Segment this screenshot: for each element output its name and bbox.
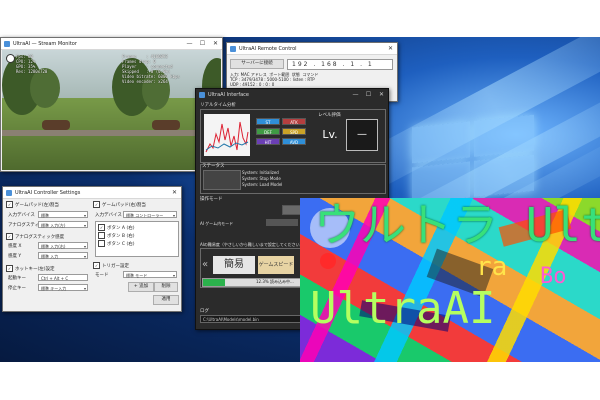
row3-label: 感度 X [8, 244, 22, 249]
window-title: UltraAI Remote Control [239, 45, 297, 52]
stream-stats-overlay: Frames : 4166093 Frames drop: 0 Player :… [122, 54, 180, 84]
windows-logo [412, 114, 534, 206]
level-prefix: Lv. [322, 128, 338, 141]
stat-chip[interactable]: SPD [282, 128, 306, 135]
close-button[interactable]: ✕ [375, 89, 388, 100]
status-title: ステータス [202, 164, 225, 169]
window-title: UltraAI Interface [208, 91, 249, 98]
sensitivity-y-select[interactable]: 標準 入力 [38, 252, 88, 260]
ip-address-field[interactable]: 192 . 168 . 1 . 1 [287, 59, 393, 70]
stat-chip[interactable]: ST [256, 118, 280, 125]
maximize-button[interactable]: ☐ [196, 38, 209, 49]
apply-button[interactable]: 適用 [153, 295, 179, 305]
right-device-select[interactable]: 標準 コントローラー [123, 211, 177, 219]
status-line: System: Initialized [242, 170, 279, 175]
left-group-checkbox[interactable]: ✓ ゲームパッド(左)割当 [6, 201, 59, 208]
app-icon [199, 91, 205, 98]
right-group-checkbox[interactable]: ✓ ゲームパッド(右)割当 [93, 201, 146, 208]
list-item[interactable]: ボタン B (右) [98, 232, 134, 239]
progress-text: 12.3% 読み込み中... [256, 279, 294, 284]
difficulty-value: 簡易 [213, 256, 255, 274]
title-bar[interactable]: UltraAI — Stream Monitor — ☐ ✕ [1, 38, 222, 50]
collage-text-line3: ra [476, 252, 508, 282]
close-button[interactable]: ✕ [384, 43, 397, 54]
settings-window[interactable]: UltraAI Controller Settings ✕ ✓ ゲームパッド(左)… [2, 186, 182, 312]
minimize-button[interactable]: — [349, 89, 362, 100]
bottom-margin [0, 362, 600, 400]
row5-label: 起動キー [8, 276, 26, 281]
list-item[interactable]: ボタン C (右) [98, 240, 135, 247]
connect-button[interactable]: サーバーに接続 [230, 59, 284, 69]
analysis-chart [204, 114, 250, 156]
button-list[interactable]: ✓ ボタン A (右) ボタン B (右) ボタン C (右) [95, 221, 179, 257]
close-button[interactable]: ✕ [168, 187, 181, 198]
delete-button[interactable]: 削除 [154, 282, 178, 292]
close-button[interactable]: ✕ [209, 38, 222, 49]
ai-mode-label: AI ゲーム内モード [200, 221, 234, 226]
connection-log: 入力: MAC アドレス ポート範囲 状態 コマンド TCP : 3479/34… [230, 72, 319, 87]
game-window[interactable]: UltraAI — Stream Monitor — ☐ ✕ Fps: 60 C… [0, 37, 223, 172]
trigger-checkbox[interactable]: ✓ トリガー設定 [93, 262, 129, 269]
row4-label: 感度 Y [8, 254, 22, 259]
ai-mode-toggle[interactable] [266, 219, 298, 226]
title-bar[interactable]: UltraAI Remote Control ✕ [227, 43, 397, 55]
ultraai-collage-image: ウルトラ Ultr UltraAI ra Bo [300, 198, 600, 362]
right-group1-label: ゲームパッド(右)割当 [102, 203, 146, 208]
hotkey-checkbox[interactable]: ✓ ホットキー(左)設定 [6, 265, 55, 272]
stat-chip[interactable]: ATK [282, 118, 306, 125]
collage-text-line2: UltraAI [310, 283, 496, 334]
collage-text-line4: Bo [540, 264, 567, 289]
left-group2-label: アナログスティック感度 [15, 235, 65, 240]
sensitivity-checkbox[interactable]: ✓ アナログスティック感度 [6, 233, 64, 240]
stat-chip[interactable]: HIT [256, 138, 280, 145]
collage-text-line1: ウルトラ Ultr [314, 198, 600, 252]
app-icon [6, 189, 12, 196]
trigger-mode-select[interactable]: 標準 モード [123, 271, 177, 279]
right-row2-label: モード [95, 273, 109, 278]
app-icon [230, 45, 236, 52]
maximize-button[interactable]: ☐ [362, 89, 375, 100]
stick-select[interactable]: 標準 入力(左) [38, 221, 88, 229]
progress-fill [203, 279, 225, 286]
app-icon [4, 40, 10, 47]
title-bar[interactable]: UltraAI Controller Settings ✕ [3, 187, 181, 199]
difficulty-prev-button[interactable]: « [202, 256, 212, 274]
left-group3-label: ホットキー(左)設定 [15, 267, 55, 272]
input-device-select[interactable]: 標準 [38, 211, 88, 219]
start-hotkey-field[interactable]: Ctrl + Alt + C [38, 274, 88, 281]
status-thumbnail [203, 170, 241, 190]
log-section-label: ログ [200, 309, 209, 314]
left-group1-label: ゲームパッド(左)割当 [15, 203, 59, 208]
status-line: System: Load Model [242, 182, 283, 187]
difficulty-hint: ゲームスピード [258, 256, 294, 274]
minimize-button[interactable]: — [183, 38, 196, 49]
mode-section-label: 操作モード [200, 197, 223, 202]
stat-chip[interactable]: AVD [282, 138, 306, 145]
avatar-icon [6, 54, 15, 63]
level-label: レベル評価 [318, 113, 341, 118]
add-button[interactable]: + 追加 [128, 282, 154, 292]
game-viewport[interactable]: Fps: 60 CPU: 12% GPU: 35% Res: 1280x720 … [2, 50, 221, 170]
stat-chip[interactable]: DEF [256, 128, 280, 135]
stop-hotkey-select[interactable]: 標準 キー入力 [38, 284, 88, 292]
row1-label: 入力デバイス [8, 213, 35, 218]
row6-label: 停止キー [8, 286, 26, 291]
sensitivity-x-select[interactable]: 標準 入力(右) [38, 242, 88, 250]
window-title: UltraAI Controller Settings [15, 189, 81, 196]
window-title: UltraAI — Stream Monitor [13, 40, 77, 47]
right-row1-label: 入力デバイス [95, 213, 122, 218]
status-line: System: Stop Mode [242, 176, 281, 181]
list-item[interactable]: ✓ ボタン A (右) [98, 224, 134, 231]
right-group2-label: トリガー設定 [102, 264, 129, 269]
fps-overlay: Fps: 60 CPU: 12% GPU: 35% Res: 1280x720 [16, 54, 48, 74]
analysis-section-label: リアルタイム分析 [200, 103, 236, 108]
level-display: — [346, 119, 378, 151]
